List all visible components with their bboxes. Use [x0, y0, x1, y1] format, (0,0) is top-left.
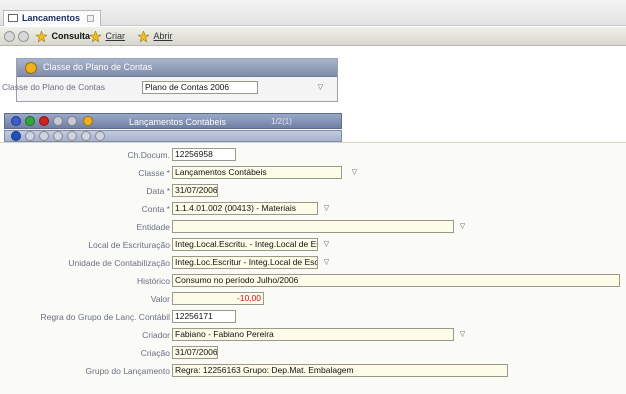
- add-icon[interactable]: [25, 116, 35, 126]
- field-label-local-escrituracao: Local de Escrituração: [88, 240, 170, 250]
- close-icon[interactable]: [86, 15, 94, 23]
- previous-record-icon[interactable]: [25, 131, 35, 141]
- delete-icon[interactable]: [39, 116, 49, 126]
- chevron-down-icon[interactable]: ▽: [316, 83, 325, 92]
- star-icon: [90, 31, 101, 43]
- list-icon[interactable]: [67, 131, 77, 141]
- section-title: Lançamentos Contábeis: [129, 117, 227, 127]
- chevron-down-icon[interactable]: ▽: [458, 222, 467, 231]
- filter-icon[interactable]: [81, 131, 91, 141]
- chevron-down-icon[interactable]: ▽: [322, 204, 331, 213]
- refresh-icon[interactable]: [95, 131, 105, 141]
- chevron-down-icon[interactable]: ▽: [350, 168, 359, 177]
- field-label-regra-grupo: Regra do Grupo de Lanç. Contábil: [40, 312, 170, 322]
- star-icon: [36, 31, 47, 43]
- data-field[interactable]: 31/07/2006: [172, 184, 218, 197]
- next-record-icon[interactable]: [39, 131, 49, 141]
- field-label-criador: Criador: [142, 330, 170, 340]
- consulta-button[interactable]: Consulta: [36, 30, 90, 43]
- first-record-icon[interactable]: [11, 131, 21, 141]
- last-record-icon[interactable]: [53, 131, 63, 141]
- forward-button[interactable]: [18, 30, 29, 43]
- historico-field[interactable]: Consumo no período Julho/2006: [172, 274, 620, 287]
- back-icon: [4, 31, 15, 43]
- grupo-lancamento-field[interactable]: Regra: 12256163 Grupo: Dep.Mat. Embalage…: [172, 364, 508, 377]
- tab-label: Lancamentos: [22, 13, 81, 23]
- section-nav-row: [4, 130, 342, 142]
- undo-icon[interactable]: [53, 116, 63, 126]
- record-count: 1/2(1): [271, 117, 292, 126]
- back-button[interactable]: [4, 30, 15, 43]
- field-label-entidade: Entidade: [136, 222, 170, 232]
- chevron-down-icon[interactable]: ▽: [322, 240, 331, 249]
- save-icon[interactable]: [67, 116, 77, 126]
- regra-grupo-field[interactable]: 12256171: [172, 310, 236, 323]
- forward-icon: [18, 31, 29, 43]
- chevron-down-icon[interactable]: ▽: [458, 330, 467, 339]
- field-label-conta: Conta *: [141, 204, 170, 214]
- tab-bar: Lancamentos: [0, 0, 626, 26]
- field-label-ch-docum: Ch.Docum.: [127, 150, 170, 160]
- plan-panel: Classe do Plano de Contas: [16, 58, 338, 102]
- plan-panel-header: Classe do Plano de Contas: [17, 59, 337, 77]
- field-label-classe: Classe *: [138, 168, 170, 178]
- ch-docum-field[interactable]: 12256958: [172, 148, 236, 161]
- record-nav-icon[interactable]: [11, 116, 21, 126]
- local-escrituracao-field[interactable]: Integ.Local.Escritu. - Integ.Local de Es…: [172, 238, 318, 251]
- window-icon: [8, 14, 18, 22]
- unidade-contabilizacao-field[interactable]: Integ.Loc.Escritur - Integ.Local de Escr…: [172, 256, 318, 269]
- field-label-criacao: Criação: [140, 348, 170, 358]
- plan-panel-title: Classe do Plano de Contas: [43, 62, 153, 72]
- folder-icon: [25, 62, 37, 74]
- chevron-down-icon[interactable]: ▽: [322, 258, 331, 267]
- conta-field[interactable]: 1.1.4.01.002 (00413) - Materiais: [172, 202, 318, 215]
- tab-lancamentos[interactable]: Lancamentos: [3, 10, 101, 26]
- classe-field[interactable]: Lançamentos Contábeis: [172, 166, 342, 179]
- section-header: Lançamentos Contábeis 1/2(1): [4, 113, 342, 129]
- toolbar: Consulta Criar Abrir: [0, 27, 626, 46]
- field-label-data: Data *: [146, 186, 170, 196]
- folder-icon: [83, 116, 93, 126]
- field-label-unidade-contabilizacao: Unidade de Contabilização: [68, 258, 170, 268]
- field-label-historico: Histórico: [136, 276, 170, 286]
- entidade-field[interactable]: [172, 220, 454, 233]
- criador-field[interactable]: Fabiano - Fabiano Pereira: [172, 328, 454, 341]
- plan-field-label: Classe do Plano de Contas: [2, 82, 106, 92]
- valor-field[interactable]: -10,00: [172, 292, 264, 305]
- field-label-valor: Valor: [150, 294, 170, 304]
- star-icon: [138, 31, 149, 43]
- abrir-button[interactable]: Abrir: [138, 30, 173, 43]
- field-label-grupo-lancamento: Grupo do Lançamento: [85, 366, 170, 376]
- plan-field[interactable]: Plano de Contas 2006: [142, 81, 258, 94]
- criacao-field[interactable]: 31/07/2006: [172, 346, 218, 359]
- criar-button[interactable]: Criar: [90, 30, 125, 43]
